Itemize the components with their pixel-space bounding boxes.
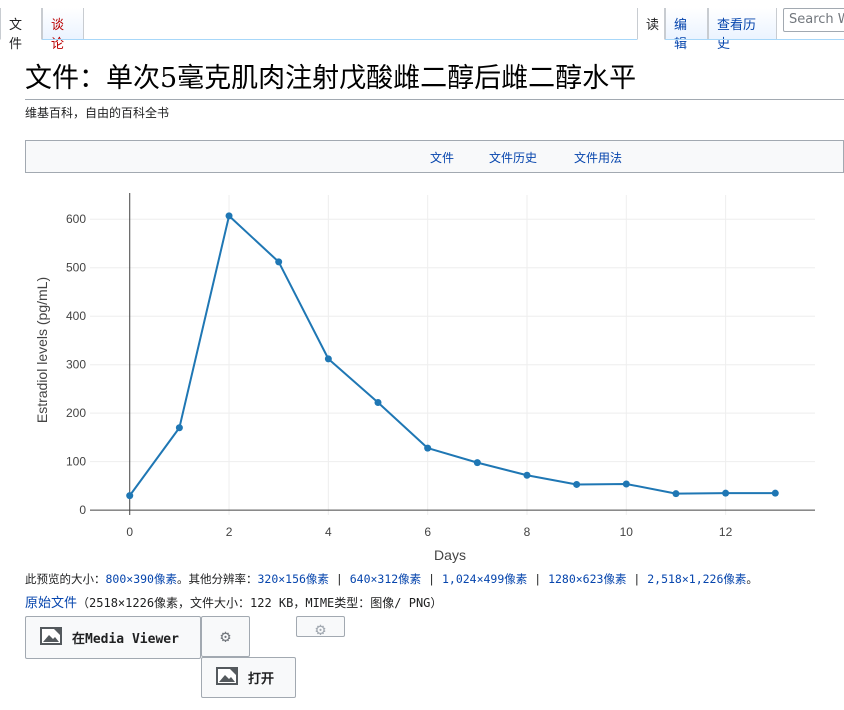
data-point xyxy=(771,489,779,497)
gear-icon: ⚙ xyxy=(220,626,231,647)
chart-svg: 0 100 200 300 400 500 600 0 2 4 6 8 10 12 Days Estrad… xyxy=(34,193,815,563)
data-point xyxy=(523,471,531,479)
y-tick-label: 100 xyxy=(66,455,86,469)
y-tick-label: 600 xyxy=(66,212,86,226)
data-point xyxy=(622,480,630,488)
open-file-button[interactable]: 打开 xyxy=(201,657,296,698)
tab-read[interactable]: 读 xyxy=(637,8,665,40)
resolution-link[interactable]: 1280×623像素 xyxy=(548,572,626,586)
open-media-viewer-button[interactable]: 在Media Viewer xyxy=(25,616,201,659)
x-tick-label: 10 xyxy=(620,525,634,539)
separator: | xyxy=(421,572,442,586)
search-placeholder: Search Wikipedia xyxy=(789,12,844,27)
tab-file-label: 文件 xyxy=(9,18,23,52)
settings-button[interactable]: ⚙ xyxy=(201,616,250,657)
resolution-link[interactable]: 2,518×1,226像素 xyxy=(647,572,746,586)
data-point xyxy=(473,459,481,467)
chart-series xyxy=(126,212,779,500)
image-link-icon xyxy=(216,666,238,689)
gear-icon: ⚙ xyxy=(315,620,326,637)
data-point xyxy=(225,212,233,220)
tab-file[interactable]: 文件 xyxy=(0,8,42,52)
data-point xyxy=(126,492,134,500)
tab-edit[interactable]: 编辑 xyxy=(665,8,708,52)
data-point xyxy=(672,490,680,498)
separator: | xyxy=(527,572,549,586)
original-file-details: （2518×1226像素，文件大小：122 KB，MIME类型：图像/ PNG） xyxy=(77,596,443,610)
y-axis-label: Estradiol levels (pg/mL) xyxy=(34,277,50,423)
open-label: 打开 xyxy=(248,672,275,687)
toc-link-file[interactable]: 文件 xyxy=(430,149,454,166)
data-point xyxy=(324,355,332,363)
estradiol-chart[interactable]: 0 100 200 300 400 500 600 0 2 4 6 8 10 12 Days Estrad… xyxy=(25,185,844,570)
tab-read-label: 读 xyxy=(646,18,660,33)
y-tick-label: 200 xyxy=(66,406,86,420)
chart-grid xyxy=(90,195,815,515)
data-point xyxy=(573,480,581,488)
data-point xyxy=(275,258,283,266)
tab-discussion[interactable]: 谈论 xyxy=(42,8,84,52)
chart-axes: 0 100 200 300 400 500 600 0 2 4 6 8 10 12 xyxy=(66,193,815,539)
x-tick-label: 6 xyxy=(424,525,431,539)
tab-edit-label: 编辑 xyxy=(674,18,688,52)
y-tick-label: 300 xyxy=(66,358,86,372)
image-link-icon xyxy=(40,626,62,649)
file-toc: 文件 文件历史 文件用法 xyxy=(25,140,844,173)
resolution-link[interactable]: 640×312像素 xyxy=(350,572,421,586)
x-axis-label: Days xyxy=(434,547,466,563)
series-line xyxy=(128,214,776,497)
data-point xyxy=(722,489,730,497)
original-file-line: 原始文件（2518×1226像素，文件大小：122 KB，MIME类型：图像/ … xyxy=(25,592,442,611)
tab-discussion-label: 谈论 xyxy=(51,18,65,52)
separator: | xyxy=(626,572,648,586)
resolution-link[interactable]: 1,024×499像素 xyxy=(442,572,527,586)
tab-history-label: 查看历史 xyxy=(717,18,757,52)
toc-link-file-usage[interactable]: 文件用法 xyxy=(574,149,622,166)
page-title: 文件：单次5毫克肌肉注射戊酸雌二醇后雌二醇水平 xyxy=(25,56,844,100)
data-point xyxy=(374,399,382,407)
x-tick-label: 2 xyxy=(226,525,233,539)
preview-prefix: 此预览的大小： xyxy=(25,572,106,586)
original-file-link[interactable]: 原始文件 xyxy=(25,596,77,611)
file-info-line: 此预览的大小：800×390像素。其他分辨率：320×156像素 | 640×3… xyxy=(25,571,758,587)
media-viewer-label: 在Media Viewer xyxy=(72,632,179,647)
y-tick-label: 400 xyxy=(66,309,86,323)
y-tick-label: 500 xyxy=(66,261,86,275)
x-tick-label: 4 xyxy=(325,525,332,539)
y-tick-label: 0 xyxy=(79,503,86,517)
site-tagline: 维基百科，自由的百科全书 xyxy=(25,106,170,120)
separator: | xyxy=(328,572,350,586)
x-tick-label: 0 xyxy=(126,525,133,539)
top-tab-bar: 文件 谈论 读 编辑 查看历史 Search Wikipedia xyxy=(0,0,844,52)
search-input[interactable]: Search Wikipedia xyxy=(783,8,844,32)
preview-size-link[interactable]: 800×390像素 xyxy=(106,572,177,586)
toc-link-file-history[interactable]: 文件历史 xyxy=(489,149,537,166)
resolution-link[interactable]: 320×156像素 xyxy=(257,572,328,586)
tab-history[interactable]: 查看历史 xyxy=(708,8,777,52)
data-point xyxy=(424,444,432,452)
x-tick-label: 8 xyxy=(524,525,531,539)
file-info-suffix: 。 xyxy=(746,572,758,586)
settings-button-secondary[interactable]: ⚙ xyxy=(296,616,345,637)
other-res-prefix: 。其他分辨率： xyxy=(176,572,258,586)
data-point xyxy=(175,424,183,432)
x-tick-label: 12 xyxy=(719,525,733,539)
